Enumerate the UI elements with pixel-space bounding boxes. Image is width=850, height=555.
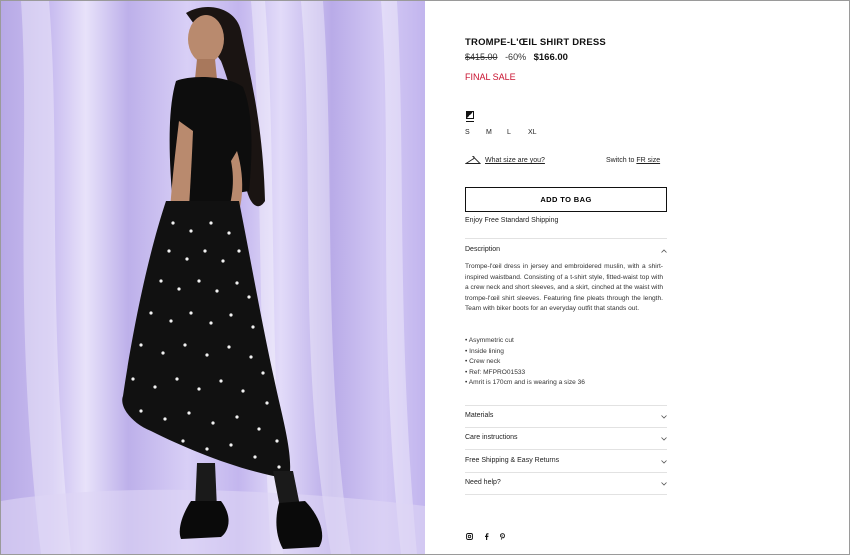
list-item: Amrit is 170cm and is wearing a size 36 bbox=[465, 378, 585, 389]
price-row: $415.00 -60% $166.00 bbox=[465, 52, 568, 63]
switch-prefix: Switch to bbox=[606, 157, 635, 164]
accordion-care[interactable]: Care instructions bbox=[465, 434, 667, 448]
size-option-s[interactable]: S bbox=[465, 129, 486, 136]
final-sale-label: FINAL SALE bbox=[465, 72, 516, 82]
facebook-icon[interactable] bbox=[483, 533, 490, 540]
accordion-materials-label: Materials bbox=[465, 412, 494, 419]
accordion-materials[interactable]: Materials bbox=[465, 412, 667, 426]
description-bullets: Asymmetric cut Inside lining Crew neck R… bbox=[465, 336, 585, 389]
divider bbox=[465, 472, 667, 473]
add-to-bag-button[interactable]: ADD TO BAG bbox=[465, 187, 667, 212]
sale-price: $166.00 bbox=[533, 52, 568, 63]
accordion-help[interactable]: Need help? bbox=[465, 479, 667, 493]
accordion-help-label: Need help? bbox=[465, 479, 501, 486]
list-item: Inside lining bbox=[465, 347, 585, 358]
divider bbox=[465, 405, 667, 406]
size-option-xl[interactable]: XL bbox=[528, 129, 549, 136]
list-item: Crew neck bbox=[465, 357, 585, 368]
chevron-down-icon bbox=[661, 482, 667, 486]
divider bbox=[465, 238, 667, 239]
chevron-down-icon bbox=[661, 437, 667, 441]
list-item: Ref: MFPRO01533 bbox=[465, 368, 585, 379]
description-text: Trompe-l'œil dress in jersey and embroid… bbox=[465, 263, 663, 313]
size-selector: S M L XL bbox=[465, 129, 549, 136]
size-option-m[interactable]: M bbox=[486, 129, 507, 136]
color-swatch-icon[interactable] bbox=[466, 111, 474, 119]
product-photo[interactable] bbox=[1, 1, 425, 554]
original-price: $415.00 bbox=[465, 52, 498, 62]
accordion-description[interactable]: Description bbox=[465, 246, 667, 260]
accordion-shipping-label: Free Shipping & Easy Returns bbox=[465, 457, 560, 464]
accordion-shipping[interactable]: Free Shipping & Easy Returns bbox=[465, 457, 667, 471]
swatch-selected-indicator bbox=[466, 121, 474, 122]
list-item: Asymmetric cut bbox=[465, 336, 585, 347]
size-guide-link[interactable]: What size are you? bbox=[485, 157, 545, 164]
size-option-l[interactable]: L bbox=[507, 129, 528, 136]
instagram-icon[interactable] bbox=[466, 533, 473, 540]
chevron-down-icon bbox=[661, 460, 667, 464]
model-illustration bbox=[1, 1, 425, 554]
chevron-down-icon bbox=[661, 415, 667, 419]
product-title: TROMPE-L'ŒIL SHIRT DRESS bbox=[465, 37, 606, 48]
fr-size-link[interactable]: FR size bbox=[636, 157, 660, 164]
chevron-up-icon bbox=[661, 249, 667, 253]
accordion-care-label: Care instructions bbox=[465, 434, 518, 441]
divider bbox=[465, 449, 667, 450]
discount-badge: -60% bbox=[505, 52, 527, 62]
divider bbox=[465, 494, 667, 495]
size-system-switch: Switch to FR size bbox=[606, 157, 660, 164]
shipping-note: Enjoy Free Standard Shipping bbox=[465, 217, 559, 224]
divider bbox=[465, 427, 667, 428]
pinterest-icon[interactable] bbox=[499, 533, 506, 540]
hanger-icon bbox=[465, 156, 481, 164]
accordion-description-label: Description bbox=[465, 246, 501, 253]
